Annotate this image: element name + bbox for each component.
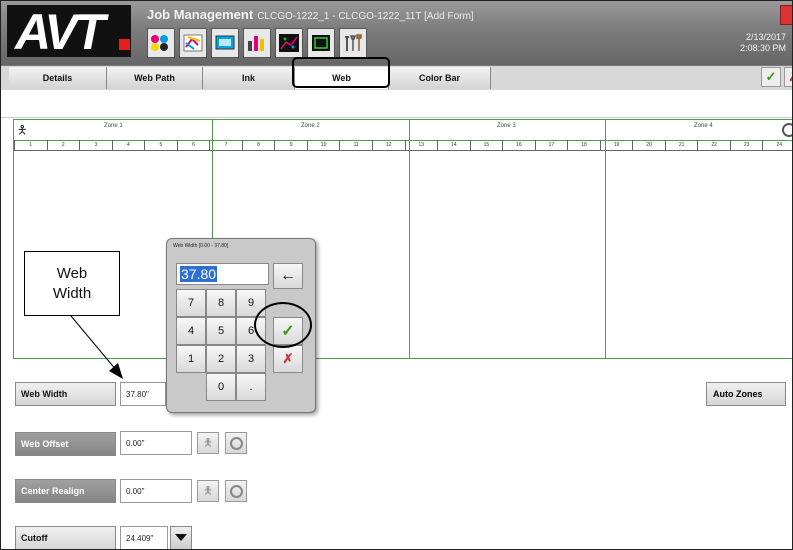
app-window: AVT Job Management CLCGO-1222_1 - CLCGO-1…	[0, 0, 793, 550]
callout-arrow	[70, 315, 123, 379]
